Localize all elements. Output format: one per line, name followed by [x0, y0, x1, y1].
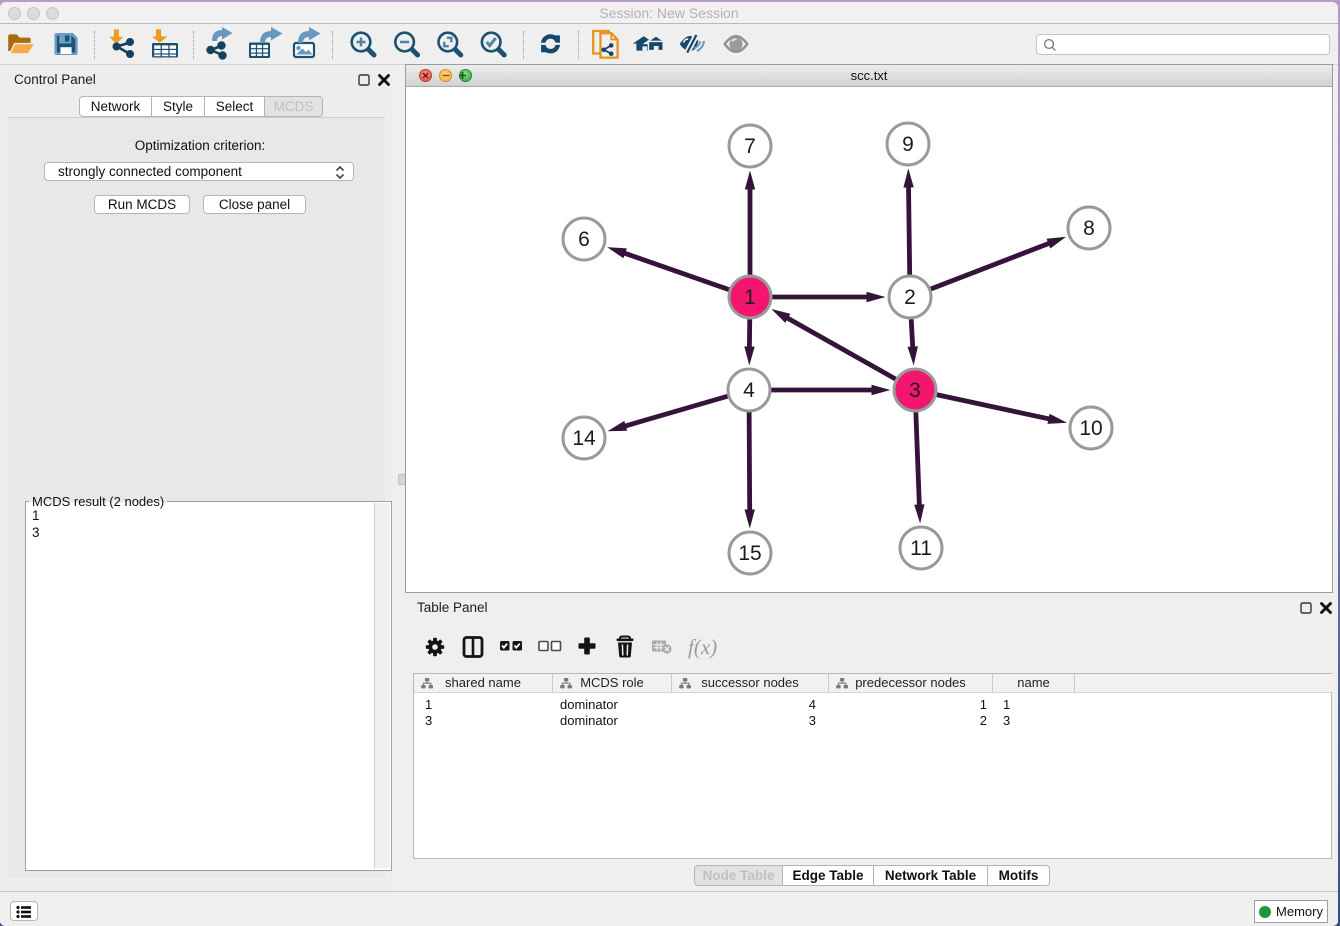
svg-text:6: 6 — [578, 228, 590, 251]
svg-text:f(x): f(x) — [688, 635, 717, 659]
svg-text:7: 7 — [744, 135, 756, 158]
svg-text:15: 15 — [738, 542, 761, 565]
svg-text:8: 8 — [1083, 217, 1095, 240]
svg-text:10: 10 — [1079, 417, 1102, 440]
svg-text:9: 9 — [902, 133, 914, 156]
svg-text:11: 11 — [910, 537, 932, 560]
svg-text:2: 2 — [904, 286, 916, 309]
svg-text:1: 1 — [744, 286, 756, 309]
svg-text:3: 3 — [909, 379, 921, 402]
svg-text:4: 4 — [743, 379, 755, 402]
svg-text:14: 14 — [572, 427, 596, 450]
